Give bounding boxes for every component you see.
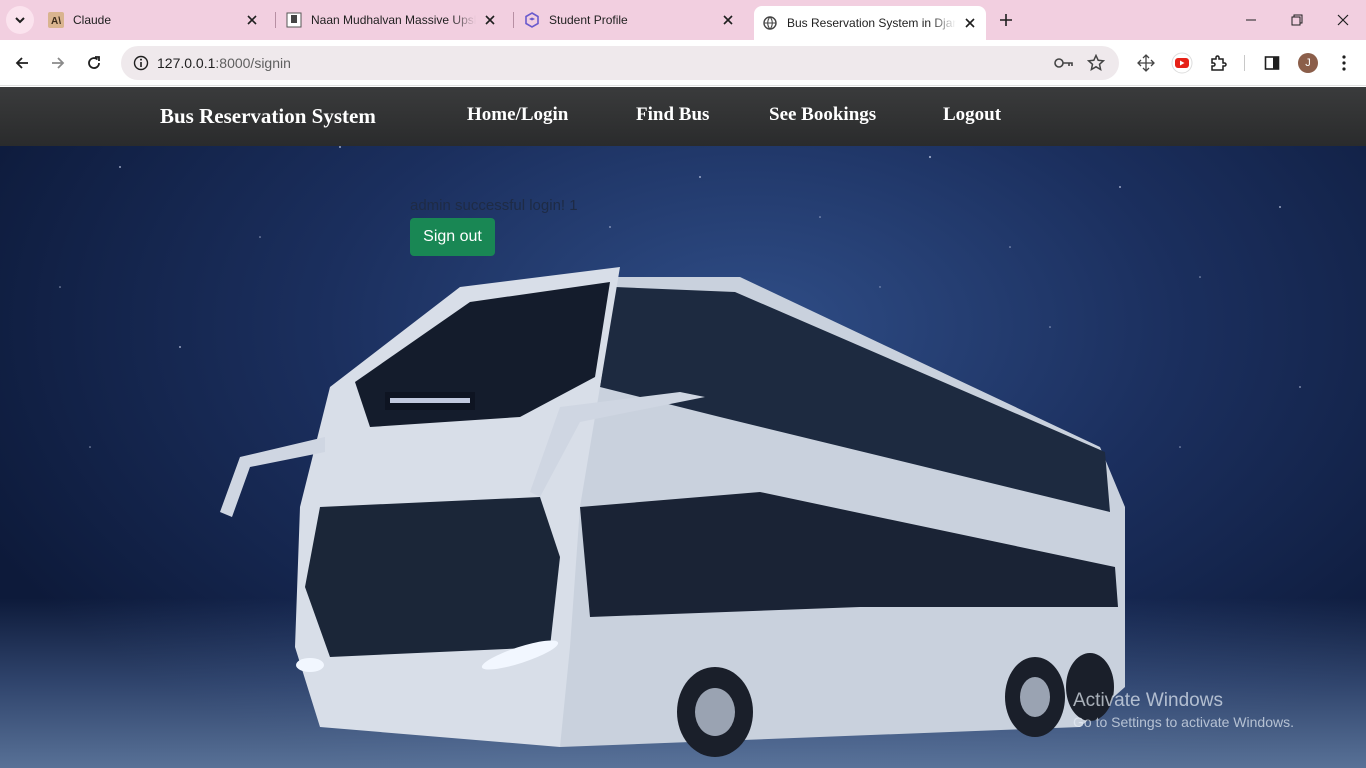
login-status-message: admin successful login! 1: [410, 197, 578, 214]
menu-kebab-icon[interactable]: [1330, 49, 1358, 77]
reload-icon: [88, 56, 100, 69]
toolbar-divider: [1244, 55, 1245, 71]
avatar-initial: J: [1305, 57, 1311, 69]
tab-title: Naan Mudhalvan Massive Upskilling: [311, 13, 476, 27]
restore-button[interactable]: [1274, 0, 1320, 40]
bookmark-star-icon[interactable]: [1083, 50, 1109, 76]
plus-icon: [1000, 14, 1012, 26]
close-icon[interactable]: [244, 12, 260, 28]
site-info-icon[interactable]: [127, 49, 155, 77]
tab-strip: A\ Claude Naan Mudhalvan Massive Upskill…: [0, 0, 1366, 40]
tab-separator: [275, 12, 276, 28]
restore-icon: [1291, 14, 1303, 26]
watermark-title: Activate Windows: [1073, 690, 1223, 711]
hex-icon: [524, 12, 540, 28]
tab-title: Claude: [73, 13, 112, 27]
globe-icon: [762, 15, 778, 31]
svg-text:A\: A\: [51, 16, 61, 27]
site-brand[interactable]: Bus Reservation System: [160, 104, 376, 129]
nav-logout[interactable]: Logout: [943, 104, 1001, 126]
nav-see-bookings[interactable]: See Bookings: [769, 104, 876, 126]
tab-student-profile[interactable]: Student Profile: [516, 6, 744, 34]
watermark-subtitle: Go to Settings to activate Windows.: [1073, 714, 1294, 730]
back-button[interactable]: [8, 49, 36, 77]
extensions-puzzle-icon[interactable]: [1204, 49, 1232, 77]
url-path: :8000/signin: [215, 55, 291, 71]
tab-title: Student Profile: [549, 13, 628, 27]
close-icon[interactable]: [962, 15, 978, 31]
tab-claude[interactable]: A\ Claude: [40, 6, 268, 34]
claude-icon: A\: [48, 12, 64, 28]
nav-home-login[interactable]: Home/Login: [467, 104, 568, 126]
address-bar[interactable]: 127.0.0.1:8000/signin: [121, 46, 1119, 80]
tab-title: Bus Reservation System in Django: [787, 16, 956, 30]
close-icon[interactable]: [720, 12, 736, 28]
new-tab-button[interactable]: [994, 8, 1018, 32]
nav-find-bus[interactable]: Find Bus: [636, 104, 709, 126]
tab-naan-mudhalvan[interactable]: Naan Mudhalvan Massive Upskilling: [278, 6, 506, 34]
tab-separator: [513, 12, 514, 28]
activate-windows-watermark: Activate Windows Go to Settings to activ…: [1073, 690, 1294, 730]
forward-button[interactable]: [44, 49, 72, 77]
youtube-extension-icon[interactable]: [1168, 49, 1196, 77]
password-key-icon[interactable]: [1051, 50, 1077, 76]
url-host: 127.0.0.1: [157, 55, 216, 71]
tab-search-button[interactable]: [6, 6, 34, 34]
arrow-right-icon: [52, 57, 65, 69]
naan-mudhalvan-icon: [286, 12, 302, 28]
browser-toolbar: 127.0.0.1:8000/signin: [0, 40, 1366, 86]
close-window-button[interactable]: [1320, 0, 1366, 40]
close-icon: [1337, 14, 1349, 26]
site-navbar: Bus Reservation System Home/Login Find B…: [0, 87, 1366, 146]
bus-image: [220, 267, 1125, 757]
arrow-left-icon: [15, 57, 28, 69]
sign-out-button[interactable]: Sign out: [410, 218, 495, 256]
side-panel-icon[interactable]: [1258, 49, 1286, 77]
minimize-button[interactable]: [1228, 0, 1274, 40]
tab-bus-reservation[interactable]: Bus Reservation System in Django: [754, 6, 986, 40]
reload-button[interactable]: [80, 49, 108, 77]
close-icon[interactable]: [482, 12, 498, 28]
profile-avatar[interactable]: J: [1298, 53, 1318, 73]
url-text[interactable]: 127.0.0.1:8000/signin: [157, 55, 291, 71]
chevron-down-icon: [15, 17, 25, 24]
page-viewport: Bus Reservation System Home/Login Find B…: [0, 87, 1366, 768]
minimize-icon: [1246, 19, 1256, 21]
move-extension-icon[interactable]: [1132, 49, 1160, 77]
